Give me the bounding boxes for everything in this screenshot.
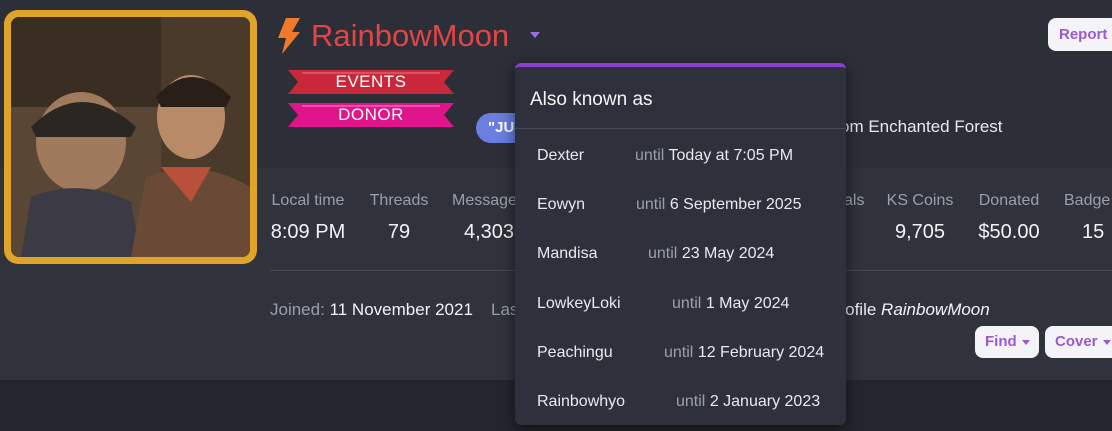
also-known-as-popup: Also known as Dexter until Today at 7:05… [515, 63, 846, 425]
location-text: om Enchanted Forest [840, 117, 1003, 136]
alias-until-date: 23 May 2024 [681, 245, 775, 262]
stat-label: Donated [978, 192, 1040, 209]
alias-name: Peachingu [537, 344, 613, 361]
until-word: until [636, 196, 666, 213]
alias-row: LowkeyLoki until 1 May 2024 [515, 295, 846, 325]
alias-name: Rainbowhyo [537, 393, 626, 410]
stat-donated: Donated $50.00 [974, 192, 1044, 244]
joined-value: 11 November 2021 [329, 300, 473, 319]
popup-title: Also known as [530, 89, 653, 110]
alias-until: until 6 September 2025 [636, 196, 801, 214]
alias-until-date: 6 September 2025 [669, 196, 802, 213]
profile-text: profile RainbowMoon [830, 300, 990, 320]
events-banner: EVENTS [288, 68, 454, 96]
stat-label: Badge [1064, 192, 1111, 209]
avatar[interactable] [4, 10, 257, 264]
alias-until-date: 12 February 2024 [697, 344, 825, 361]
find-button[interactable]: Find [975, 326, 1039, 358]
username: RainbowMoon [311, 18, 510, 53]
alias-until-date: 1 May 2024 [705, 295, 790, 312]
avatar-image [11, 17, 250, 257]
chevron-down-icon [1021, 339, 1030, 345]
until-word: until [676, 393, 706, 410]
stat-label: KS Coins [886, 192, 954, 209]
alias-row: Eowyn until 6 September 2025 [515, 196, 846, 226]
alias-row: Peachingu until 12 February 2024 [515, 344, 846, 374]
until-word: until [664, 344, 694, 361]
alias-name: Eowyn [537, 196, 586, 213]
alias-until: until 23 May 2024 [648, 245, 774, 263]
donor-banner: DONOR [288, 101, 454, 129]
profile-name: RainbowMoon [881, 300, 990, 319]
alias-until: until 1 May 2024 [672, 295, 789, 313]
stat-messages[interactable]: Message 4,303 [452, 192, 522, 244]
joined-info: Joined: 11 November 2021 [270, 300, 473, 320]
stat-label: Threads [369, 192, 429, 209]
cover-button[interactable]: Cover [1045, 326, 1112, 358]
stat-label: Message [452, 192, 517, 209]
donor-banner-label: DONOR [338, 105, 404, 124]
popup-divider [515, 128, 846, 129]
stat-value: 9,705 [894, 221, 946, 243]
stat-value: 8:09 PM [270, 221, 346, 243]
alias-until: until Today at 7:05 PM [635, 147, 793, 165]
until-word: until [635, 147, 665, 164]
alias-name: LowkeyLoki [537, 295, 621, 312]
alias-name: Dexter [537, 147, 585, 164]
alias-until: until 2 January 2023 [676, 393, 820, 411]
until-word: until [672, 295, 702, 312]
stat-threads[interactable]: Threads 79 [369, 192, 429, 244]
stat-value: 79 [387, 221, 411, 243]
alias-row: Rainbowhyo until 2 January 2023 [515, 393, 846, 423]
lightning-bolt-icon [278, 18, 300, 54]
stat-partial: als [844, 192, 864, 221]
events-banner-label: EVENTS [335, 72, 407, 91]
chevron-down-icon [1102, 339, 1111, 345]
alias-name: Mandisa [537, 245, 598, 262]
find-label: Find [985, 333, 1017, 350]
until-word: until [648, 245, 678, 262]
stat-local-time: Local time 8:09 PM [270, 192, 346, 244]
caret-down-icon[interactable] [530, 32, 540, 38]
stat-badges[interactable]: Badge 15 [1064, 192, 1112, 244]
alias-until: until 12 February 2024 [664, 344, 824, 362]
alias-row: Dexter until Today at 7:05 PM [515, 147, 846, 177]
joined-label: Joined: [270, 300, 325, 319]
alias-row: Mandisa until 23 May 2024 [515, 245, 846, 275]
stat-label: Local time [271, 192, 345, 209]
alias-until-date: Today at 7:05 PM [668, 147, 794, 164]
stat-label: als [844, 192, 865, 209]
alias-until-date: 2 January 2023 [709, 393, 821, 410]
profile-page: RainbowMoon EVENTS DONOR "JU om Enchante… [0, 0, 1112, 431]
stat-value: 4,303 [464, 221, 515, 243]
stat-value: $50.00 [978, 221, 1040, 243]
report-button[interactable]: Report [1048, 18, 1112, 51]
cover-label: Cover [1055, 333, 1098, 350]
stat-value: 15 [1082, 221, 1105, 243]
stat-ks-coins: KS Coins 9,705 [884, 192, 956, 244]
